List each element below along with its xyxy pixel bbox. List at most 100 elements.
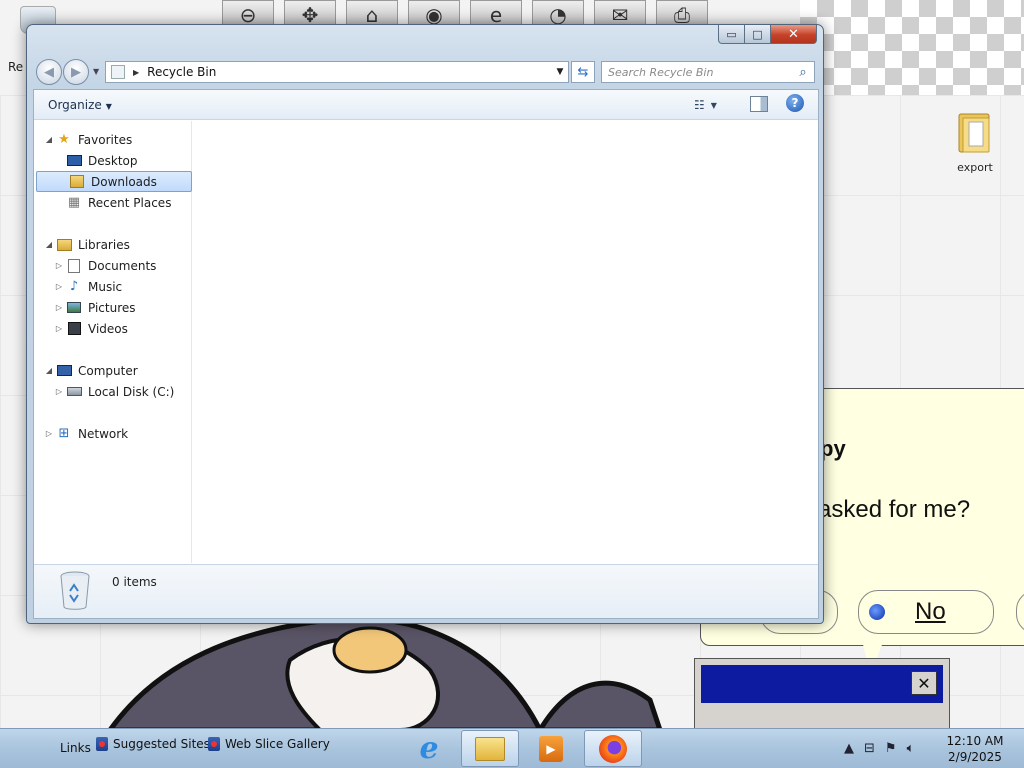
refresh-icon: ⇆	[577, 64, 589, 80]
search-box[interactable]: Search Recycle Bin ⌕	[601, 61, 815, 83]
nav-item-libraries[interactable]: ◢ Libraries	[34, 234, 192, 255]
videos-icon	[66, 321, 82, 337]
nav-label: Local Disk (C:)	[88, 384, 175, 399]
address-dropdown-icon[interactable]: ▼	[552, 67, 568, 77]
nav-label: Downloads	[91, 174, 157, 189]
system-clock[interactable]: 12:10 AM 2/9/2025	[940, 733, 1010, 765]
clock-time: 12:10 AM	[946, 734, 1004, 748]
nav-item-desktop[interactable]: Desktop	[34, 150, 192, 171]
expand-arrow-icon[interactable]: ◢	[42, 135, 56, 144]
taskbar-media-player[interactable]: ▶	[522, 730, 580, 767]
background-window-titlebar: ✕	[701, 665, 943, 703]
close-icon[interactable]: ✕	[911, 671, 937, 695]
nav-label: Recent Places	[88, 195, 172, 210]
taskbar-firefox[interactable]	[584, 730, 642, 767]
change-view-button[interactable]: ☷ ▼	[694, 96, 728, 114]
nav-item-computer[interactable]: ◢ Computer	[34, 360, 192, 381]
nav-label: Computer	[78, 363, 138, 378]
expand-arrow-icon[interactable]: ▷	[52, 282, 66, 291]
refresh-button[interactable]: ⇆	[571, 61, 595, 83]
link-page-icon	[208, 737, 220, 751]
nav-item-documents[interactable]: ▷ Documents	[34, 255, 192, 276]
windows-explorer-icon	[475, 736, 505, 761]
documents-icon	[66, 258, 82, 274]
dialog-no-label: No	[915, 598, 946, 625]
web-slice-gallery-link[interactable]: Web Slice Gallery	[208, 737, 330, 751]
view-options-icon: ☷	[694, 98, 705, 112]
music-icon: ♪	[69, 279, 79, 294]
suggested-sites-link[interactable]: Suggested Sites	[96, 737, 210, 751]
address-path[interactable]: Recycle Bin	[147, 65, 552, 79]
explorer-content: Organize ▼ ☷ ▼ ? ◢ ★ Favorites Desktop D…	[33, 89, 819, 619]
desktop-icon-label: Re	[8, 60, 24, 74]
arrow-left-icon: ◀	[44, 64, 54, 80]
nav-label: Pictures	[88, 300, 136, 315]
link-page-icon	[96, 737, 108, 751]
expand-arrow-icon[interactable]: ◢	[42, 366, 56, 375]
action-center-flag-icon[interactable]: ⚑	[885, 741, 897, 756]
volume-icon[interactable]: 🔈︎	[907, 741, 915, 756]
minimize-button[interactable]: ▭	[718, 25, 745, 44]
firefox-icon	[599, 734, 627, 763]
system-tray: ▲ ⊟ ⚑ 🔈︎	[844, 741, 914, 756]
dialog-no-button[interactable]: No	[858, 590, 994, 634]
nav-label: Libraries	[78, 237, 130, 252]
link-label: Suggested Sites	[113, 737, 210, 751]
help-button[interactable]: ?	[786, 94, 804, 112]
expand-arrow-icon[interactable]: ▷	[52, 261, 66, 270]
navigation-bar: ◀ ▶ ▼ ▶ Recycle Bin ▼ ⇆ Search Recycle B…	[33, 59, 819, 85]
nav-item-recent-places[interactable]: ▦ Recent Places	[34, 192, 192, 213]
recent-places-icon: ▦	[67, 195, 81, 210]
close-button[interactable]: ✕	[771, 25, 817, 44]
window-controls: ▭ □ ✕	[718, 25, 817, 44]
nav-item-favorites[interactable]: ◢ ★ Favorites	[34, 129, 192, 150]
recycle-bin-icon	[60, 571, 90, 610]
nav-label: Network	[78, 426, 129, 441]
back-button[interactable]: ◀	[36, 59, 62, 85]
nav-label: Documents	[88, 258, 157, 273]
pictures-icon	[66, 300, 82, 316]
organize-button[interactable]: Organize ▼	[48, 98, 112, 112]
forward-button[interactable]: ▶	[63, 59, 89, 85]
recent-pages-dropdown[interactable]: ▼	[93, 67, 99, 76]
expand-arrow-icon[interactable]: ▷	[52, 303, 66, 312]
downloads-folder-icon	[69, 174, 85, 190]
libraries-icon	[56, 237, 72, 253]
media-player-icon: ▶	[539, 735, 563, 762]
nav-item-videos[interactable]: ▷ Videos	[34, 318, 192, 339]
expand-arrow-icon[interactable]: ▷	[42, 429, 56, 438]
nav-label: Music	[88, 279, 123, 294]
nav-label: Desktop	[88, 153, 138, 168]
address-bar[interactable]: ▶ Recycle Bin ▼	[105, 61, 569, 83]
expand-arrow-icon[interactable]: ◢	[42, 240, 56, 249]
radio-selected-icon	[869, 604, 885, 620]
nav-item-local-disk[interactable]: ▷ Local Disk (C:)	[34, 381, 192, 402]
maximize-button[interactable]: □	[745, 25, 771, 44]
file-list-area[interactable]	[193, 121, 818, 563]
expand-arrow-icon[interactable]: ▷	[52, 387, 66, 396]
search-input[interactable]: Search Recycle Bin	[608, 66, 792, 79]
nav-item-music[interactable]: ▷ ♪ Music	[34, 276, 192, 297]
link-label: Web Slice Gallery	[225, 737, 330, 751]
expand-arrow-icon[interactable]: ▷	[52, 324, 66, 333]
chevron-down-icon: ▼	[710, 100, 717, 110]
nav-item-network[interactable]: ▷ ⊞ Network	[34, 423, 192, 444]
nav-item-downloads[interactable]: Downloads	[36, 171, 192, 192]
navigation-pane: ◢ ★ Favorites Desktop Downloads ▦ Recent…	[34, 121, 192, 563]
taskbar: Links Suggested Sites Web Slice Gallery …	[0, 728, 1024, 768]
network-status-icon[interactable]: ⊟	[864, 741, 875, 756]
taskbar-internet-explorer[interactable]: e	[400, 730, 458, 767]
search-icon[interactable]: ⌕	[792, 65, 814, 80]
nav-label: Favorites	[78, 132, 133, 147]
breadcrumb-arrow-icon[interactable]: ▶	[133, 68, 139, 77]
desktop-export-folder[interactable]: export	[945, 108, 1005, 174]
preview-pane-button[interactable]	[750, 96, 768, 112]
network-icon: ⊞	[58, 426, 70, 441]
dialog-question: asked for me?	[818, 496, 971, 523]
taskbar-windows-explorer[interactable]	[461, 730, 519, 767]
show-hidden-icons-icon[interactable]: ▲	[844, 741, 854, 756]
organize-label: Organize	[48, 98, 102, 112]
command-bar: Organize ▼ ☷ ▼ ?	[34, 90, 818, 120]
arrow-right-icon: ▶	[71, 64, 81, 80]
nav-item-pictures[interactable]: ▷ Pictures	[34, 297, 192, 318]
